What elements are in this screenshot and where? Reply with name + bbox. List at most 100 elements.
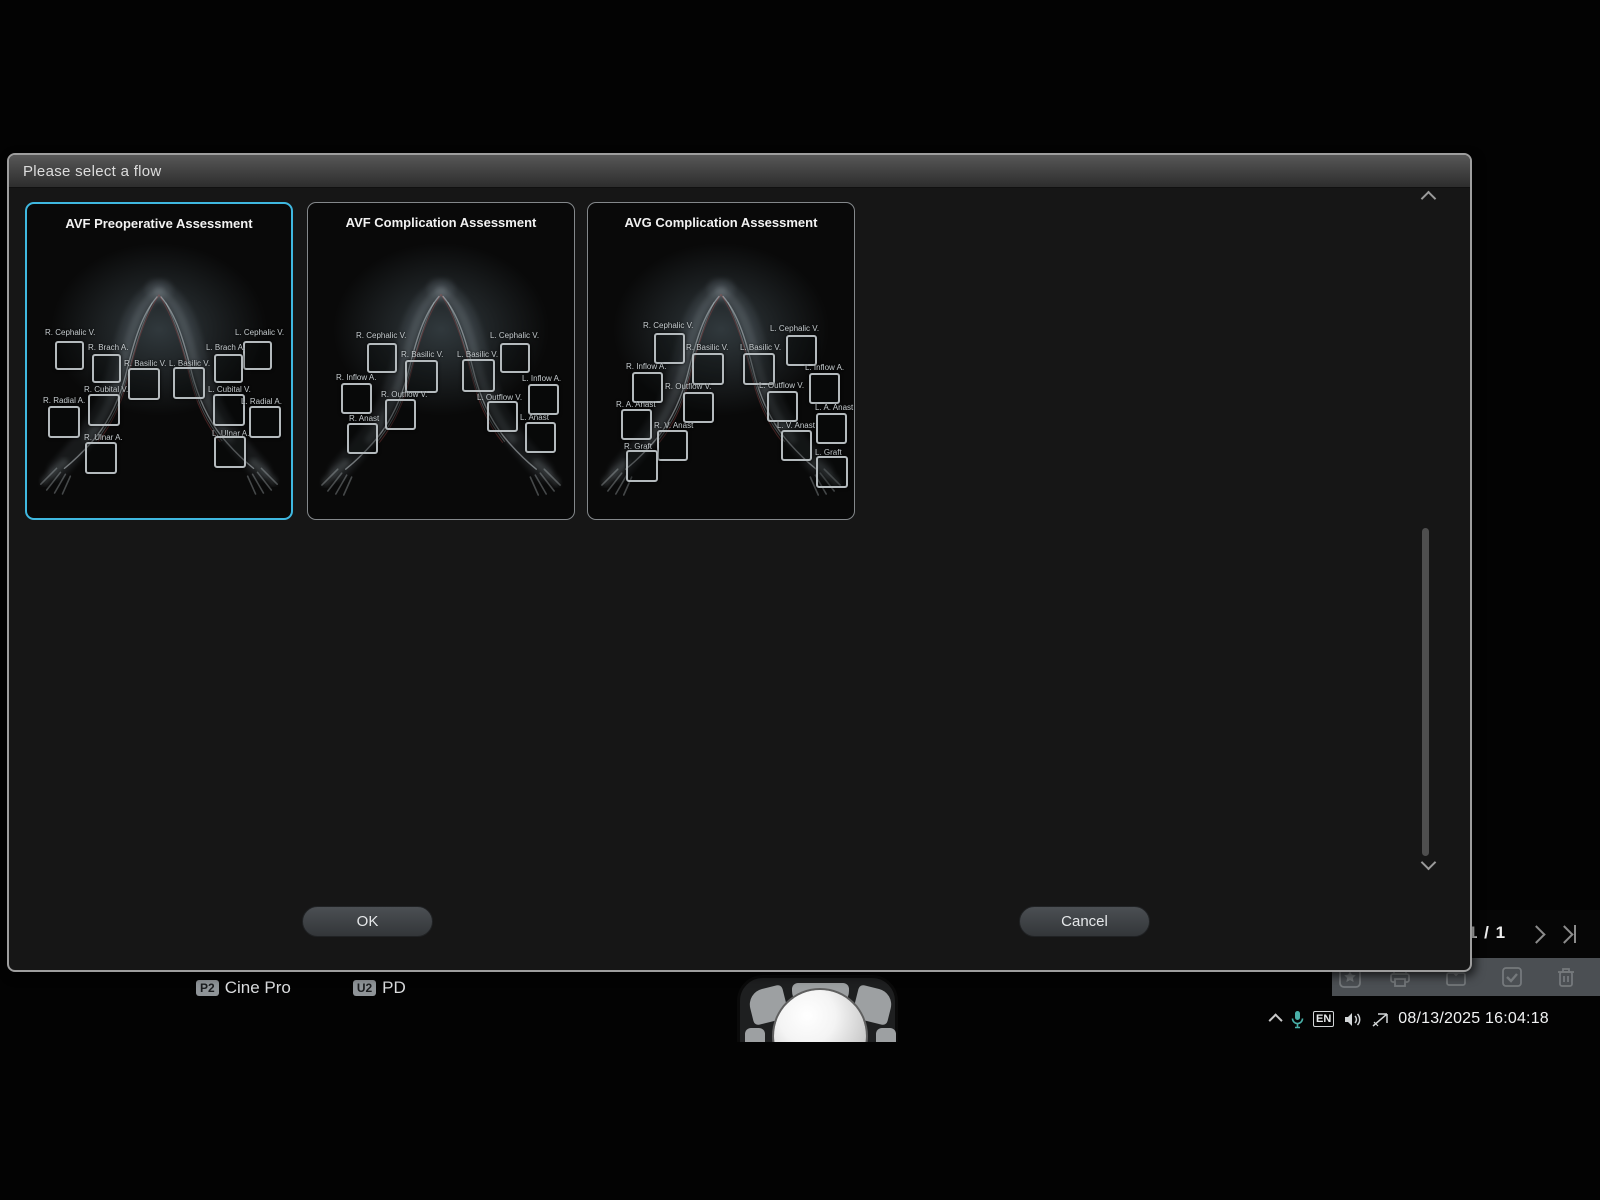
vessel-checkbox[interactable] (632, 372, 663, 403)
vessel-checkbox[interactable] (341, 383, 372, 414)
vessel-checkbox[interactable] (214, 436, 246, 468)
vessel-label: R. Cephalic V. (45, 328, 95, 337)
vessel-label: L. Inflow A. (805, 363, 844, 372)
softkey-cine-pro[interactable]: P2 Cine Pro (196, 978, 291, 998)
vessel-checkbox[interactable] (85, 442, 117, 474)
vessel-label: L. Radial A. (241, 397, 282, 406)
vessel-checkbox[interactable] (243, 341, 272, 370)
vessel-label: L. Cephalic V. (235, 328, 284, 337)
vessel-checkbox[interactable] (525, 422, 556, 453)
vessel-label: L. Brach A. (206, 343, 245, 352)
ok-button[interactable]: OK (302, 906, 433, 937)
vessel-checkbox[interactable] (654, 333, 685, 364)
vessel-label: R. A. Anast (616, 400, 656, 409)
microphone-icon[interactable] (1291, 1010, 1304, 1029)
vessel-checkbox[interactable] (621, 409, 652, 440)
trackball-ball (774, 990, 866, 1042)
trackball-key-right (876, 1028, 896, 1042)
dialog-titlebar: Please select a flow (9, 155, 1470, 188)
vessel-checkbox[interactable] (92, 354, 121, 383)
vessel-label: L. A. Anast (815, 403, 853, 412)
vessel-checkbox[interactable] (683, 392, 714, 423)
vessel-checkbox[interactable] (128, 368, 160, 400)
vessel-checkbox[interactable] (500, 343, 530, 373)
vessel-checkbox[interactable] (405, 360, 438, 393)
vessel-checkbox[interactable] (462, 359, 495, 392)
vessel-label: R. Outflow V. (665, 382, 711, 391)
vessel-label: L. Cubital V. (208, 385, 251, 394)
system-datetime: 08/13/2025 16:04:18 (1398, 1010, 1549, 1028)
flow-card-avg-complication[interactable]: AVG Complication Assessment (587, 202, 855, 520)
softkey-label: Cine Pro (225, 978, 291, 998)
vessel-checkbox[interactable] (173, 367, 205, 399)
softkey-badge: P2 (196, 980, 219, 996)
screen-root: { "dialog": { "title": "Please select a … (0, 0, 1600, 1200)
vessel-checkbox[interactable] (786, 335, 817, 366)
vessel-label: R. Basilic V. (124, 359, 166, 368)
flow-card-body: R. Cephalic V. L. Cephalic V. R. Basilic V… (308, 203, 574, 519)
vessel-checkbox[interactable] (781, 430, 812, 461)
vessel-label: R. Cephalic V. (643, 321, 693, 330)
vessel-label: R. Inflow A. (336, 373, 376, 382)
system-tray: EN 08/13/2025 16:04:18 (1272, 1006, 1549, 1032)
dialog-title: Please select a flow (23, 163, 162, 180)
vessel-label: L. Anast (520, 413, 549, 422)
cancel-button[interactable]: Cancel (1019, 906, 1150, 937)
vessel-label: L. Cephalic V. (770, 324, 819, 333)
vessel-checkbox[interactable] (816, 413, 847, 444)
confirm-icon[interactable] (1500, 965, 1524, 989)
softkey-pd[interactable]: U2 PD (353, 978, 406, 998)
network-icon[interactable] (1371, 1011, 1389, 1028)
vessel-label: L. Outflow V. (759, 381, 804, 390)
trackball-key-left (745, 1028, 765, 1042)
vessel-label: L. Inflow A. (522, 374, 561, 383)
vessel-checkbox[interactable] (48, 406, 80, 438)
vessel-checkbox[interactable] (487, 401, 518, 432)
vessel-checkbox[interactable] (385, 399, 416, 430)
vessel-label: R. Cephalic V. (356, 331, 406, 340)
vessel-label: R. Inflow A. (626, 362, 666, 371)
vessel-label: L. V. Anast (777, 421, 815, 430)
vessel-checkbox[interactable] (249, 406, 281, 438)
vessel-label: R. Basilic V. (686, 343, 728, 352)
vessel-checkbox[interactable] (88, 394, 120, 426)
softkey-badge: U2 (353, 980, 376, 996)
vessel-checkbox[interactable] (816, 456, 848, 488)
vessel-checkbox[interactable] (528, 384, 559, 415)
vessel-label: R. Basilic V. (401, 350, 443, 359)
flow-select-dialog: Please select a flow AVF Preoperative As… (7, 153, 1472, 972)
vessel-label: R. Brach A. (88, 343, 128, 352)
vessel-checkbox[interactable] (55, 341, 84, 370)
tray-expand-icon[interactable] (1269, 1013, 1283, 1027)
vessel-checkbox[interactable] (809, 373, 840, 404)
vessel-label: R. V. Anast (654, 421, 693, 430)
screen-background: 1 / 1 P2 Cine Pro U2 PD (0, 0, 1600, 1200)
speaker-icon[interactable] (1343, 1011, 1362, 1028)
flow-card-avf-complication[interactable]: AVF Complication Assessment (307, 202, 575, 520)
next-page-icon[interactable] (1527, 925, 1545, 943)
delete-icon[interactable] (1554, 965, 1578, 989)
scroll-down-icon[interactable] (1423, 855, 1434, 873)
scroll-up-icon[interactable] (1423, 191, 1434, 209)
vessel-label: L. Basilic V. (457, 350, 498, 359)
vessel-checkbox[interactable] (214, 354, 243, 383)
last-page-icon[interactable] (1558, 924, 1580, 944)
softkey-label: PD (382, 978, 406, 998)
vessel-checkbox[interactable] (692, 353, 724, 385)
vessel-label: R. Radial A. (43, 396, 85, 405)
softkey-row: P2 Cine Pro U2 PD (196, 977, 468, 999)
scrollbar-thumb[interactable] (1422, 528, 1429, 856)
vessel-label: L. Cephalic V. (490, 331, 539, 340)
vessel-checkbox[interactable] (367, 343, 397, 373)
flow-card-title: AVG Complication Assessment (588, 215, 854, 230)
vessel-checkbox[interactable] (767, 391, 798, 422)
trackball-housing (737, 975, 898, 1042)
vessel-checkbox[interactable] (626, 450, 658, 482)
vessel-checkbox[interactable] (657, 430, 688, 461)
flow-card-avf-preoperative[interactable]: AVF Preoperative Assessment (25, 202, 293, 520)
vessel-checkbox[interactable] (347, 423, 378, 454)
vessel-label: R. Outflow V. (381, 390, 427, 399)
flow-card-body: R. Cephalic V. L. Cephalic V. R. Basilic V… (588, 203, 854, 519)
language-indicator[interactable]: EN (1313, 1011, 1334, 1027)
arm-diagram (308, 203, 574, 519)
